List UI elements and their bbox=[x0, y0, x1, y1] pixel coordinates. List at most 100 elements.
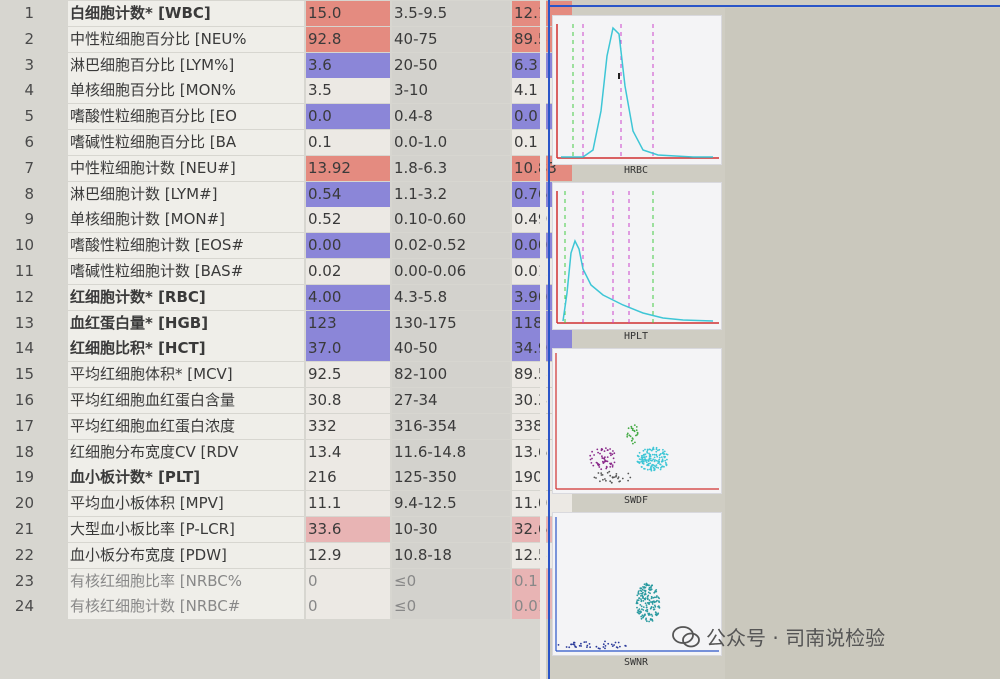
swnr-wbc-dot bbox=[648, 601, 651, 604]
swdf-neutrophil-dot bbox=[643, 467, 645, 470]
test-result: 3.6 bbox=[306, 52, 390, 78]
test-name: 中性粒细胞计数 [NEU#] bbox=[68, 155, 304, 181]
reference-range: 3-10 bbox=[392, 78, 510, 104]
swdf-lymph-dot bbox=[591, 457, 593, 460]
swdf-neutrophil-dot bbox=[665, 453, 668, 455]
row-number: 9 bbox=[24, 210, 34, 229]
swnr-wbc-dot bbox=[637, 590, 640, 593]
swdf-debris-dot bbox=[595, 477, 597, 479]
swnr-wbc-dot bbox=[654, 604, 656, 607]
swdf-neutrophil-dot bbox=[644, 448, 646, 451]
swdf-neutrophil-dot bbox=[645, 455, 648, 458]
swdf-neutrophil-dot bbox=[646, 452, 649, 454]
swdf-mono-dot bbox=[630, 425, 633, 428]
test-result: 216 bbox=[306, 465, 390, 491]
test-name: 血小板分布宽度 [PDW] bbox=[68, 542, 304, 568]
hrbc-label: HRBC bbox=[623, 165, 649, 176]
reference-range: 316-354 bbox=[392, 413, 510, 439]
swnr-wbc-dot bbox=[636, 611, 639, 614]
row-number: 24 bbox=[14, 597, 34, 616]
swdf-neutrophil-dot bbox=[663, 453, 665, 456]
reference-range: 40-50 bbox=[392, 336, 510, 362]
swnr-wbc-dot bbox=[650, 613, 653, 616]
watermark-text: 公众号 · 司南说检验 bbox=[706, 626, 886, 650]
swdf-neutrophil-dot bbox=[666, 458, 668, 461]
swnr-wbc-dot bbox=[646, 620, 648, 623]
swnr-wbc-dot bbox=[646, 595, 649, 598]
swnr-wbc-dot bbox=[644, 597, 647, 599]
swdf-debris-dot bbox=[618, 480, 621, 483]
row-number: 21 bbox=[14, 520, 34, 538]
swdf-scattergram bbox=[552, 348, 722, 494]
swnr-wbc-dot bbox=[649, 601, 652, 603]
test-result: 3.5 bbox=[306, 78, 390, 104]
row-number: 22 bbox=[14, 545, 34, 564]
swdf-lymph-dot bbox=[603, 450, 606, 452]
swdf-lymph-dot bbox=[591, 450, 593, 453]
swnr-wbc-dot bbox=[643, 583, 646, 586]
hrbc-curve bbox=[561, 26, 713, 158]
swnr-wbc-dot bbox=[640, 595, 642, 597]
reference-range: ≤0 bbox=[392, 568, 510, 594]
swnr-wbc-dot bbox=[643, 587, 645, 589]
swnr-wbc-dot bbox=[640, 600, 643, 603]
swnr-wbc-dot bbox=[645, 606, 648, 608]
swdf-lymph-dot bbox=[603, 461, 606, 463]
swdf-neutrophil-dot bbox=[655, 448, 658, 451]
swdf-debris-dot bbox=[609, 480, 612, 483]
swdf-neutrophil-dot bbox=[640, 455, 643, 457]
swdf-scattergram-svg bbox=[555, 353, 719, 490]
swnr-wbc-dot bbox=[655, 612, 658, 614]
swdf-neutrophil-dot bbox=[654, 459, 656, 461]
row-number: 3 bbox=[24, 55, 34, 74]
swdf-lymph-dot bbox=[597, 462, 599, 465]
swnr-baseline-dot bbox=[565, 646, 568, 648]
swdf-debris-dot bbox=[609, 474, 612, 477]
swdf-debris-dot bbox=[601, 474, 604, 476]
test-name: 红细胞分布宽度CV [RDV bbox=[68, 439, 304, 465]
reference-range: 1.1-3.2 bbox=[392, 181, 510, 207]
swnr-wbc-dot bbox=[650, 588, 652, 590]
swnr-wbc-dot bbox=[656, 599, 658, 602]
test-name: 平均红细胞血红蛋白浓度 bbox=[68, 413, 304, 439]
swdf-neutrophil-dot bbox=[657, 460, 659, 463]
swdf-neutrophil-dot bbox=[649, 459, 652, 462]
right-panel-background bbox=[725, 8, 1000, 679]
swnr-wbc-dot bbox=[638, 593, 640, 595]
swdf-debris-dot bbox=[608, 470, 611, 473]
test-name: 淋巴细胞计数 [LYM#] bbox=[68, 181, 304, 207]
swdf-mono-dot bbox=[634, 441, 636, 444]
swdf-neutrophil-dot bbox=[647, 459, 650, 462]
swnr-baseline-dot bbox=[602, 643, 605, 646]
row-number: 5 bbox=[24, 107, 34, 126]
swnr-baseline-dot bbox=[573, 641, 575, 644]
test-result: 0.54 bbox=[306, 181, 390, 207]
swdf-lymph-dot bbox=[600, 468, 603, 471]
test-name: 嗜碱性粒细胞百分比 [BA bbox=[68, 130, 304, 155]
swdf-lymph-dot bbox=[589, 458, 592, 461]
swnr-baseline-dot bbox=[583, 641, 586, 643]
swnr-baseline-dot bbox=[615, 646, 618, 648]
swnr-wbc-dot bbox=[650, 595, 653, 598]
reference-range: 0.0-1.0 bbox=[392, 130, 510, 155]
swdf-mono-dot bbox=[635, 429, 638, 432]
swnr-wbc-dot bbox=[655, 596, 657, 599]
swnr-wbc-dot bbox=[645, 582, 648, 585]
swnr-wbc-dot bbox=[642, 596, 644, 599]
swdf-mono-dot bbox=[633, 430, 636, 433]
hplt-curve bbox=[562, 239, 714, 322]
swdf-neutrophil-dot bbox=[647, 464, 650, 466]
swdf-debris-dot bbox=[600, 472, 603, 474]
swdf-mono-dot bbox=[631, 429, 634, 431]
swdf-neutrophil-dot bbox=[643, 460, 645, 463]
swdf-debris-dot bbox=[627, 472, 630, 475]
graph-panel-top-border bbox=[548, 5, 1000, 7]
row-number: 13 bbox=[14, 313, 34, 332]
swnr-baseline-dot bbox=[572, 643, 575, 646]
row-number: 15 bbox=[14, 365, 34, 384]
swnr-wbc-dot bbox=[638, 608, 641, 610]
reference-range: 4.3-5.8 bbox=[392, 284, 510, 310]
swdf-mono-dot bbox=[627, 427, 630, 430]
test-name: 白细胞计数* [WBC] bbox=[68, 1, 304, 26]
test-result: 13.92 bbox=[306, 155, 390, 181]
